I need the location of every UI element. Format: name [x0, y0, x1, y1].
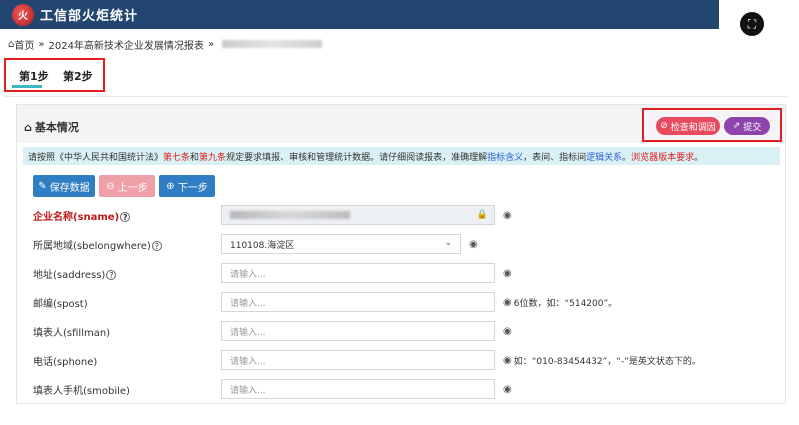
- prev-step-button[interactable]: ⊖ 上一步: [99, 175, 155, 197]
- save-button[interactable]: ✎ 保存数据: [33, 175, 95, 197]
- section-title: ⌂ 基本情况: [24, 120, 79, 135]
- browser-requirement-link[interactable]: 浏览器版本要求: [631, 150, 694, 163]
- action-group: ⊘ 检查和调因 ⇗ 提交: [642, 108, 782, 142]
- form-row-sname: 企业名称(sname)? 🔒 ◉: [33, 203, 773, 227]
- home-icon: ⌂: [24, 120, 32, 134]
- region-select[interactable]: 110108.海淀区 ⌄: [221, 234, 461, 254]
- postcode-hint: 6位数，如：“514200”。: [513, 298, 618, 309]
- form-row-sphone: 电话(sphone) 请输入... ◉ 如：“010-83454432”，“-”…: [33, 348, 773, 372]
- eye-icon[interactable]: ◉: [503, 384, 512, 395]
- tab-step-1[interactable]: 第1步: [19, 68, 49, 84]
- check-circle-icon: ⊘: [660, 121, 668, 131]
- active-tab-indicator: [12, 85, 42, 88]
- form-toolbar: ✎ 保存数据 ⊖ 上一步 ⊕ 下一步: [33, 175, 215, 197]
- divider: [4, 96, 787, 97]
- lock-icon: 🔒: [476, 210, 488, 220]
- filler-input[interactable]: 请输入...: [221, 321, 495, 341]
- mobile-input[interactable]: 请输入...: [221, 379, 495, 399]
- breadcrumb: ⌂ 首页 » 2024年高新技术企业发展情况报表 »: [8, 36, 323, 52]
- form-row-smobile: 填表人手机(smobile) 请输入... ◉: [33, 377, 773, 401]
- blurred-breadcrumb: [222, 40, 323, 48]
- panel-header: ⌂ 基本情况 ⊘ 检查和调因 ⇗ 提交: [17, 105, 785, 143]
- eye-icon[interactable]: ◉: [503, 210, 512, 221]
- form-row-spost: 邮编(spost) 请输入... ◉ 6位数，如：“514200”。: [33, 290, 773, 314]
- logic-relation-link[interactable]: 逻辑关系: [586, 150, 622, 163]
- chevron-down-icon: ⌄: [444, 238, 452, 248]
- postcode-input[interactable]: 请输入...: [221, 292, 495, 312]
- torch-logo-icon: 火: [12, 3, 34, 26]
- indicator-meaning-link[interactable]: 指标含义: [487, 150, 523, 163]
- tab-step-2[interactable]: 第2步: [63, 68, 93, 84]
- submit-button[interactable]: ⇗ 提交: [724, 117, 770, 135]
- check-button[interactable]: ⊘ 检查和调因: [656, 117, 720, 135]
- blurred-company-name: [230, 211, 350, 219]
- fullscreen-exit-icon[interactable]: ⛶: [740, 12, 764, 36]
- address-input[interactable]: 请输入...: [221, 263, 495, 283]
- eye-icon[interactable]: ◉: [503, 326, 512, 337]
- help-icon[interactable]: ?: [151, 241, 162, 251]
- form-row-sbelongwhere: 所属地域(sbelongwhere)? 110108.海淀区 ⌄ ◉: [33, 232, 773, 256]
- phone-hint: 如：“010-83454432”，“-”是英文状态下的。: [513, 356, 701, 367]
- breadcrumb-separator-icon: »: [207, 38, 215, 50]
- share-icon: ⇗: [732, 121, 741, 131]
- next-step-button[interactable]: ⊕ 下一步: [159, 175, 215, 197]
- app-header: 火 工信部火炬统计: [0, 0, 719, 29]
- basic-info-panel: ⌂ 基本情况 ⊘ 检查和调因 ⇗ 提交 请按照《中华人民共和国统计法》 第七条 …: [16, 104, 786, 404]
- form-row-sfillman: 填表人(sfillman) 请输入... ◉: [33, 319, 773, 343]
- article-7-link[interactable]: 第七条: [163, 150, 190, 163]
- arrow-right-icon: ⊕: [166, 180, 175, 192]
- eye-icon[interactable]: ◉: [469, 239, 478, 250]
- notice-banner: 请按照《中华人民共和国统计法》 第七条 和 第九条 规定要求填报、审核和管理统计…: [23, 147, 780, 165]
- app-title: 工信部火炬统计: [40, 9, 139, 24]
- eye-icon[interactable]: ◉: [503, 268, 512, 279]
- edit-icon: ✎: [38, 180, 47, 192]
- company-name-field[interactable]: 🔒: [221, 205, 495, 225]
- help-icon[interactable]: ?: [106, 270, 117, 280]
- eye-icon[interactable]: ◉: [503, 355, 512, 366]
- arrow-left-icon: ⊖: [106, 180, 115, 192]
- eye-icon[interactable]: ◉: [503, 297, 512, 308]
- step-tabs: 第1步 第2步: [4, 58, 105, 92]
- phone-input[interactable]: 请输入...: [221, 350, 495, 370]
- breadcrumb-report[interactable]: 2024年高新技术企业发展情况报表: [48, 37, 203, 52]
- breadcrumb-home[interactable]: 首页: [14, 37, 34, 52]
- article-9-link[interactable]: 第九条: [199, 150, 226, 163]
- breadcrumb-separator-icon: »: [38, 38, 45, 50]
- form-row-saddress: 地址(saddress)? 请输入... ◉: [33, 261, 773, 285]
- help-icon[interactable]: ?: [120, 212, 131, 222]
